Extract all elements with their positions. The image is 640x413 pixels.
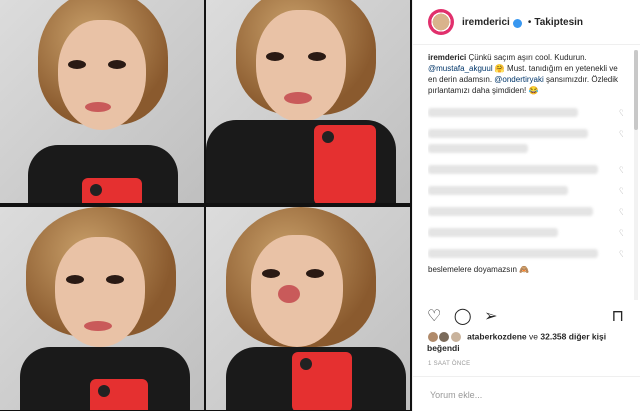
liker-avatar [427, 331, 439, 343]
likes-summary: ataberkozdene ve 32.358 diğer kişi beğen… [427, 331, 632, 354]
collage-photo-2 [206, 0, 410, 203]
comment-input[interactable] [428, 389, 622, 401]
bookmark-icon[interactable]: ⊓ [612, 306, 624, 326]
comment-heart-icon[interactable]: ♡ [619, 108, 623, 119]
list-item: ♡ [428, 165, 623, 176]
comment-heart-icon[interactable]: ♡ [619, 228, 623, 239]
caption-mention-2[interactable]: @ondertiryaki [494, 75, 543, 84]
verified-badge-icon [512, 18, 522, 28]
comment-heart-icon[interactable]: ♡ [619, 129, 623, 140]
comment-form [413, 376, 640, 412]
header-separator: • [527, 16, 532, 28]
following-button[interactable]: Takiptesin [534, 17, 583, 28]
header-username[interactable]: iremderici [462, 17, 510, 28]
scrollbar-thumb[interactable] [634, 50, 638, 130]
comment-text-tail: beslemelere doyamazsın 🙈 [428, 265, 530, 274]
comment-heart-icon[interactable]: ♡ [619, 186, 623, 197]
caption-mention-1[interactable]: @mustafa_akguul [428, 64, 493, 73]
post-media-collage[interactable] [0, 0, 412, 411]
collage-photo-1 [0, 0, 204, 203]
instagram-post: iremderici • Takiptesin iremderici Çünkü… [0, 0, 640, 411]
list-item: beslemelere doyamazsın 🙈 [428, 264, 623, 275]
comments-scrollbar[interactable] [634, 50, 638, 300]
share-icon[interactable]: ➢ [484, 306, 497, 326]
caption-text-1: Çünkü saçım aşırı cool. Kudurun. [468, 53, 587, 62]
post-timestamp[interactable]: 1 SAAT ÖNCE [428, 361, 470, 367]
liker-avatar [438, 331, 451, 343]
list-item: ♡ [428, 249, 623, 260]
comment-heart-icon[interactable]: ♡ [619, 249, 623, 260]
collage-photo-3 [0, 207, 204, 410]
caption-username[interactable]: iremderici [428, 53, 466, 62]
comment-heart-icon[interactable]: ♡ [619, 207, 623, 218]
list-item: ♡ [428, 228, 623, 239]
comments-list[interactable]: iremderici Çünkü saçım aşırı cool. Kudur… [428, 52, 623, 302]
list-item: ♡ [428, 186, 623, 197]
comment-heart-icon[interactable]: ♡ [619, 165, 623, 176]
list-item: ♡ [428, 129, 623, 153]
list-item: ♡ [428, 207, 623, 218]
likes-user[interactable]: ataberkozdene [467, 331, 527, 341]
list-item: ♡ [428, 108, 623, 119]
comment-icon[interactable]: ◯ [454, 306, 472, 326]
heart-icon[interactable]: ♡ [427, 306, 441, 326]
post-actions: ♡ ◯ ➢ ⊓ [427, 306, 632, 330]
likes-connector: ve [529, 331, 539, 342]
likes-count[interactable]: 32.358 [540, 331, 566, 341]
liker-avatar [449, 331, 462, 343]
post-caption: iremderici Çünkü saçım aşırı cool. Kudur… [428, 52, 623, 96]
collage-photo-4 [206, 207, 410, 410]
post-header: iremderici • Takiptesin [413, 0, 640, 45]
post-sidebar: iremderici • Takiptesin iremderici Çünkü… [412, 0, 640, 411]
avatar[interactable] [428, 9, 454, 35]
